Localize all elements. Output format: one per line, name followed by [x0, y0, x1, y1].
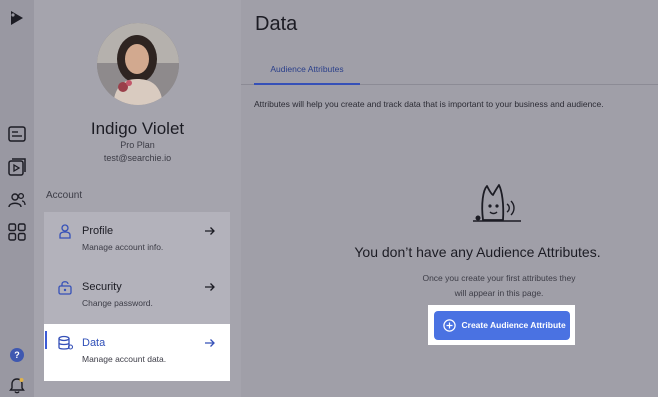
person-icon — [57, 223, 73, 239]
main-content: Data Audience Attributes Attributes will… — [241, 0, 658, 397]
playlist-icon[interactable] — [7, 124, 27, 144]
menu-item-profile[interactable]: Profile Manage account info. — [44, 212, 230, 268]
account-panel: Indigo Violet Pro Plan test@searchie.io … — [34, 0, 241, 397]
audience-icon[interactable] — [7, 190, 27, 210]
lock-icon — [57, 279, 73, 295]
plus-circle-icon — [442, 318, 456, 332]
menu-item-subtitle: Manage account info. — [82, 242, 164, 252]
menu-item-title: Profile — [82, 225, 114, 237]
cta-highlight: Create Audience Attribute — [428, 305, 575, 345]
help-icon-label: ? — [10, 348, 24, 362]
empty-state-subtitle-line: Once you create your first attributes th… — [422, 273, 576, 283]
account-menu: Profile Manage account info. Security Ch… — [44, 212, 230, 381]
active-indicator — [45, 331, 47, 349]
avatar[interactable] — [97, 23, 179, 105]
create-audience-attribute-button[interactable]: Create Audience Attribute — [433, 310, 570, 340]
menu-item-security[interactable]: Security Change password. — [44, 268, 230, 324]
menu-item-title: Data — [82, 337, 106, 349]
arrow-right-icon — [204, 336, 216, 348]
arrow-right-icon — [204, 224, 216, 236]
empty-state-subtitle: Once you create your first attributes th… — [399, 271, 599, 301]
apps-grid-icon[interactable] — [7, 222, 27, 242]
page-description: Attributes will help you create and trac… — [254, 99, 604, 109]
account-section-label: Account — [46, 190, 83, 201]
user-name: Indigo Violet — [90, 119, 185, 138]
help-icon[interactable]: ? — [7, 345, 27, 365]
button-label: Create Audience Attribute — [461, 320, 566, 330]
user-plan: Pro Plan — [120, 140, 155, 150]
page-title: Data — [255, 13, 298, 35]
empty-state-subtitle-line: will appear in this page. — [454, 288, 544, 298]
menu-item-data[interactable]: Data Manage account data. — [44, 324, 230, 381]
video-icon[interactable] — [7, 157, 27, 177]
database-icon — [57, 335, 74, 351]
user-email: test@searchie.io — [103, 153, 172, 163]
menu-item-subtitle: Change password. — [82, 298, 153, 308]
tab-bar: Audience Attributes — [241, 57, 658, 85]
menu-item-subtitle: Manage account data. — [82, 354, 167, 364]
logo-icon[interactable] — [7, 8, 27, 28]
menu-item-title: Security — [82, 281, 122, 293]
app-icon-rail: ? — [0, 0, 34, 397]
empty-state-illustration-icon — [469, 182, 527, 224]
tab-audience-attributes[interactable]: Audience Attributes — [254, 57, 360, 85]
arrow-right-icon — [204, 280, 216, 292]
empty-state-title: You don’t have any Audience Attributes. — [354, 244, 601, 260]
notifications-icon[interactable] — [7, 375, 27, 395]
